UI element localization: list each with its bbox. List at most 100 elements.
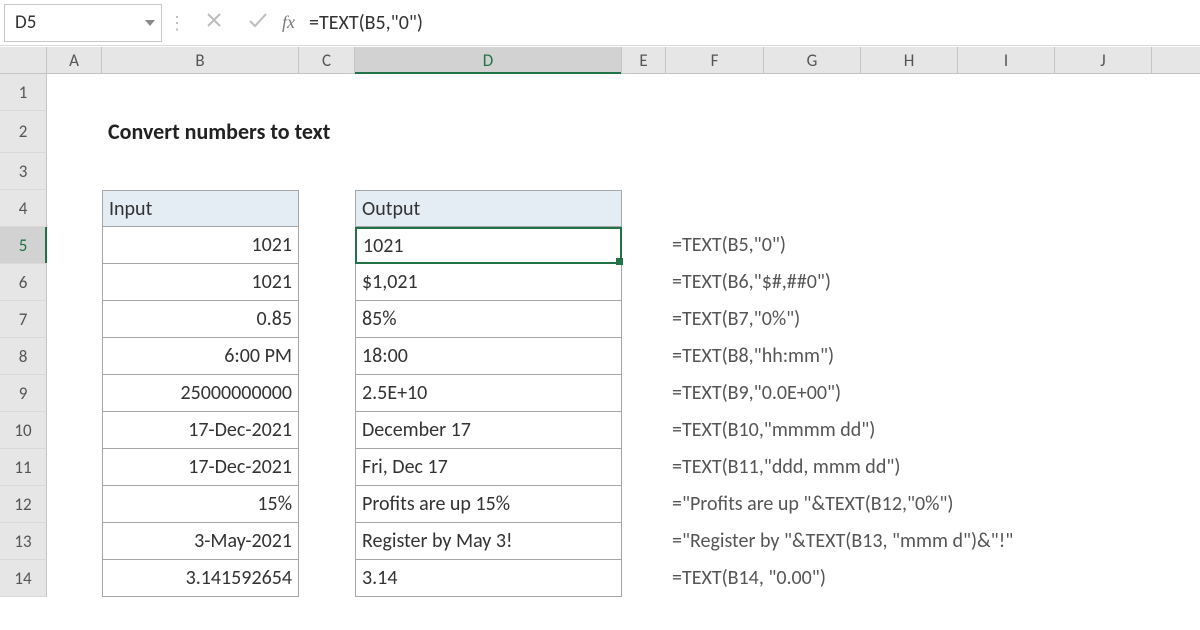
cell[interactable] [47,111,102,153]
cell[interactable] [47,264,102,301]
cell[interactable] [666,111,764,153]
cell[interactable] [958,264,1055,301]
cell-input[interactable]: 17-Dec-2021 [102,412,299,449]
cell-output[interactable]: December 17 [355,412,622,449]
cell-formula[interactable]: =TEXT(B14, "0.00") [666,560,764,597]
name-box-dropdown-icon[interactable] [139,20,161,26]
cell[interactable] [861,111,958,153]
cell-input[interactable]: 0.85 [102,301,299,338]
cell[interactable] [764,301,861,338]
cell[interactable] [666,153,764,190]
cell[interactable] [958,227,1055,264]
cell[interactable] [958,153,1055,190]
cell[interactable] [622,301,666,338]
cell[interactable] [764,449,861,486]
cell[interactable] [861,190,958,227]
cancel-formula-button[interactable] [192,11,236,34]
cell[interactable] [622,111,666,153]
cell[interactable] [355,74,622,111]
col-header-H[interactable]: H [861,47,958,73]
col-header-B[interactable]: B [102,47,299,73]
cell[interactable] [622,486,666,523]
cell[interactable] [764,190,861,227]
cell[interactable] [299,486,355,523]
cell[interactable] [764,338,861,375]
cell[interactable] [958,560,1055,597]
cell[interactable] [861,449,958,486]
cell[interactable] [861,523,958,560]
row-header[interactable]: 14 [0,560,47,597]
row-header[interactable]: 8 [0,338,47,375]
cell[interactable] [299,301,355,338]
cell[interactable] [958,449,1055,486]
cell[interactable] [764,264,861,301]
cell[interactable] [764,74,861,111]
cell[interactable] [299,264,355,301]
cell-formula[interactable]: ="Profits are up "&TEXT(B12,"0%") [666,486,764,523]
cell[interactable] [1055,301,1152,338]
cell[interactable] [299,412,355,449]
cell-output[interactable]: Register by May 3! [355,523,622,560]
cell-input[interactable]: 1021 [102,264,299,301]
cell[interactable] [861,301,958,338]
cell[interactable] [958,412,1055,449]
accept-formula-button[interactable] [236,11,280,34]
cell[interactable] [764,111,861,153]
cell[interactable] [47,301,102,338]
cell[interactable] [1055,264,1152,301]
cell[interactable] [764,227,861,264]
row-header[interactable]: 13 [0,523,47,560]
cell-formula[interactable]: =TEXT(B6,"$#,##0") [666,264,764,301]
cell[interactable] [299,111,355,153]
cell[interactable] [1055,560,1152,597]
cell[interactable] [47,449,102,486]
col-header-C[interactable]: C [299,47,355,73]
cell[interactable] [299,375,355,412]
cell-input[interactable]: 1021 [102,227,299,264]
cell[interactable] [355,153,622,190]
row-header[interactable]: 11 [0,449,47,486]
cell[interactable] [861,375,958,412]
cell[interactable] [622,412,666,449]
cell[interactable] [299,153,355,190]
cell[interactable] [47,412,102,449]
cell[interactable] [47,74,102,111]
cell-output[interactable]: 2.5E+10 [355,375,622,412]
cell[interactable] [622,375,666,412]
cell-input[interactable]: 17-Dec-2021 [102,449,299,486]
col-header-F[interactable]: F [666,47,764,73]
cell[interactable] [1055,523,1152,560]
cell[interactable] [102,153,299,190]
cell[interactable] [622,560,666,597]
cell[interactable] [666,190,764,227]
cell[interactable] [622,449,666,486]
cell-formula[interactable]: =TEXT(B11,"ddd, mmm dd") [666,449,764,486]
cell-input[interactable]: 3.141592654 [102,560,299,597]
row-header[interactable]: 9 [0,375,47,412]
cell[interactable] [861,227,958,264]
col-header-E[interactable]: E [622,47,666,73]
cell-input[interactable]: 25000000000 [102,375,299,412]
cell-formula[interactable]: ="Register by "&TEXT(B13, "mmm d")&"!" [666,523,764,560]
cell-output[interactable]: $1,021 [355,264,622,301]
cell-output[interactable]: Fri, Dec 17 [355,449,622,486]
cell-input[interactable]: 3-May-2021 [102,523,299,560]
cell[interactable] [622,153,666,190]
cell[interactable] [666,74,764,111]
cell[interactable] [355,111,622,153]
cell[interactable] [1055,111,1152,153]
row-header[interactable]: 2 [0,111,47,153]
col-header-D[interactable]: D [355,47,622,73]
cell[interactable] [764,412,861,449]
cell[interactable] [299,449,355,486]
cell[interactable] [958,111,1055,153]
cell[interactable] [47,227,102,264]
cell[interactable] [299,338,355,375]
cell[interactable] [622,264,666,301]
col-header-J[interactable]: J [1055,47,1152,73]
cell[interactable] [764,523,861,560]
cell-formula[interactable]: =TEXT(B10,"mmmm dd") [666,412,764,449]
row-header[interactable]: 10 [0,412,47,449]
cell[interactable] [958,486,1055,523]
select-all-corner[interactable] [0,47,47,73]
